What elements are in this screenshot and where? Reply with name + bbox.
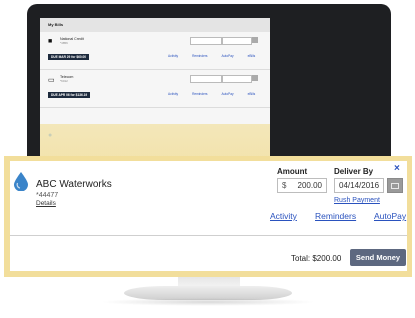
autopay-link[interactable]: AutoPay [374, 211, 406, 221]
activity-link[interactable]: Activity [168, 54, 178, 58]
close-icon[interactable]: × [394, 163, 400, 174]
highlight-beam [40, 124, 270, 160]
bill-account: *6012 [60, 79, 68, 83]
amount-value: 200.00 [297, 181, 322, 190]
bill-account: *4856 [60, 41, 68, 45]
calendar-icon[interactable] [252, 75, 258, 81]
monitor-icon: ▭ [48, 77, 55, 84]
rush-payment-link[interactable]: Rush Payment [334, 197, 380, 204]
bills-heading: My Bills [40, 18, 270, 32]
due-badge: DUE APR 06 for $136.19 [48, 92, 91, 98]
monitor-shadow [100, 298, 316, 306]
amount-label: Amount [277, 167, 308, 176]
send-money-button[interactable]: Send Money [350, 249, 406, 266]
bill-row-national-credit: ■ National Credit *4856 DUE MAR 29 for $… [40, 32, 270, 70]
calendar-icon[interactable] [252, 37, 258, 43]
reminders-link[interactable]: Reminders [192, 54, 207, 58]
mini-amount-input[interactable] [190, 37, 222, 45]
ebills-link[interactable]: eBills [248, 54, 256, 58]
payment-card: ABC Waterworks *44477 Details Amount $ 2… [10, 161, 407, 271]
amount-input[interactable]: $ 200.00 [277, 178, 327, 193]
details-link[interactable]: Details [36, 200, 56, 207]
mini-amount-input[interactable] [190, 75, 222, 83]
bill-links: Activity Reminders AutoPay eBills [168, 92, 269, 96]
activity-link[interactable]: Activity [270, 211, 297, 221]
account-number: *44477 [36, 192, 59, 199]
payee-name: ABC Waterworks [36, 179, 112, 190]
reminders-link[interactable]: Reminders [192, 92, 207, 96]
autopay-link[interactable]: AutoPay [222, 92, 234, 96]
mini-date-input[interactable] [222, 37, 252, 45]
mini-date-input[interactable] [222, 75, 252, 83]
bill-links: Activity Reminders AutoPay eBills [168, 54, 269, 58]
currency-symbol: $ [282, 181, 287, 190]
total-amount: Total: $200.00 [291, 254, 342, 263]
reminders-link[interactable]: Reminders [315, 211, 356, 221]
bill-row-telecom: ▭ Telecom *6012 DUE APR 06 for $136.19 A… [40, 70, 270, 108]
activity-link[interactable]: Activity [168, 92, 178, 96]
deliver-by-input[interactable]: 04/14/2016 [334, 178, 384, 193]
autopay-link[interactable]: AutoPay [222, 54, 234, 58]
water-drop-icon [14, 172, 28, 191]
bank-icon: ■ [48, 38, 53, 45]
due-badge: DUE MAR 29 for $60.00 [48, 54, 90, 60]
ebills-link[interactable]: eBills [248, 92, 256, 96]
deliver-by-label: Deliver By [334, 167, 374, 176]
calendar-icon[interactable] [387, 178, 403, 193]
